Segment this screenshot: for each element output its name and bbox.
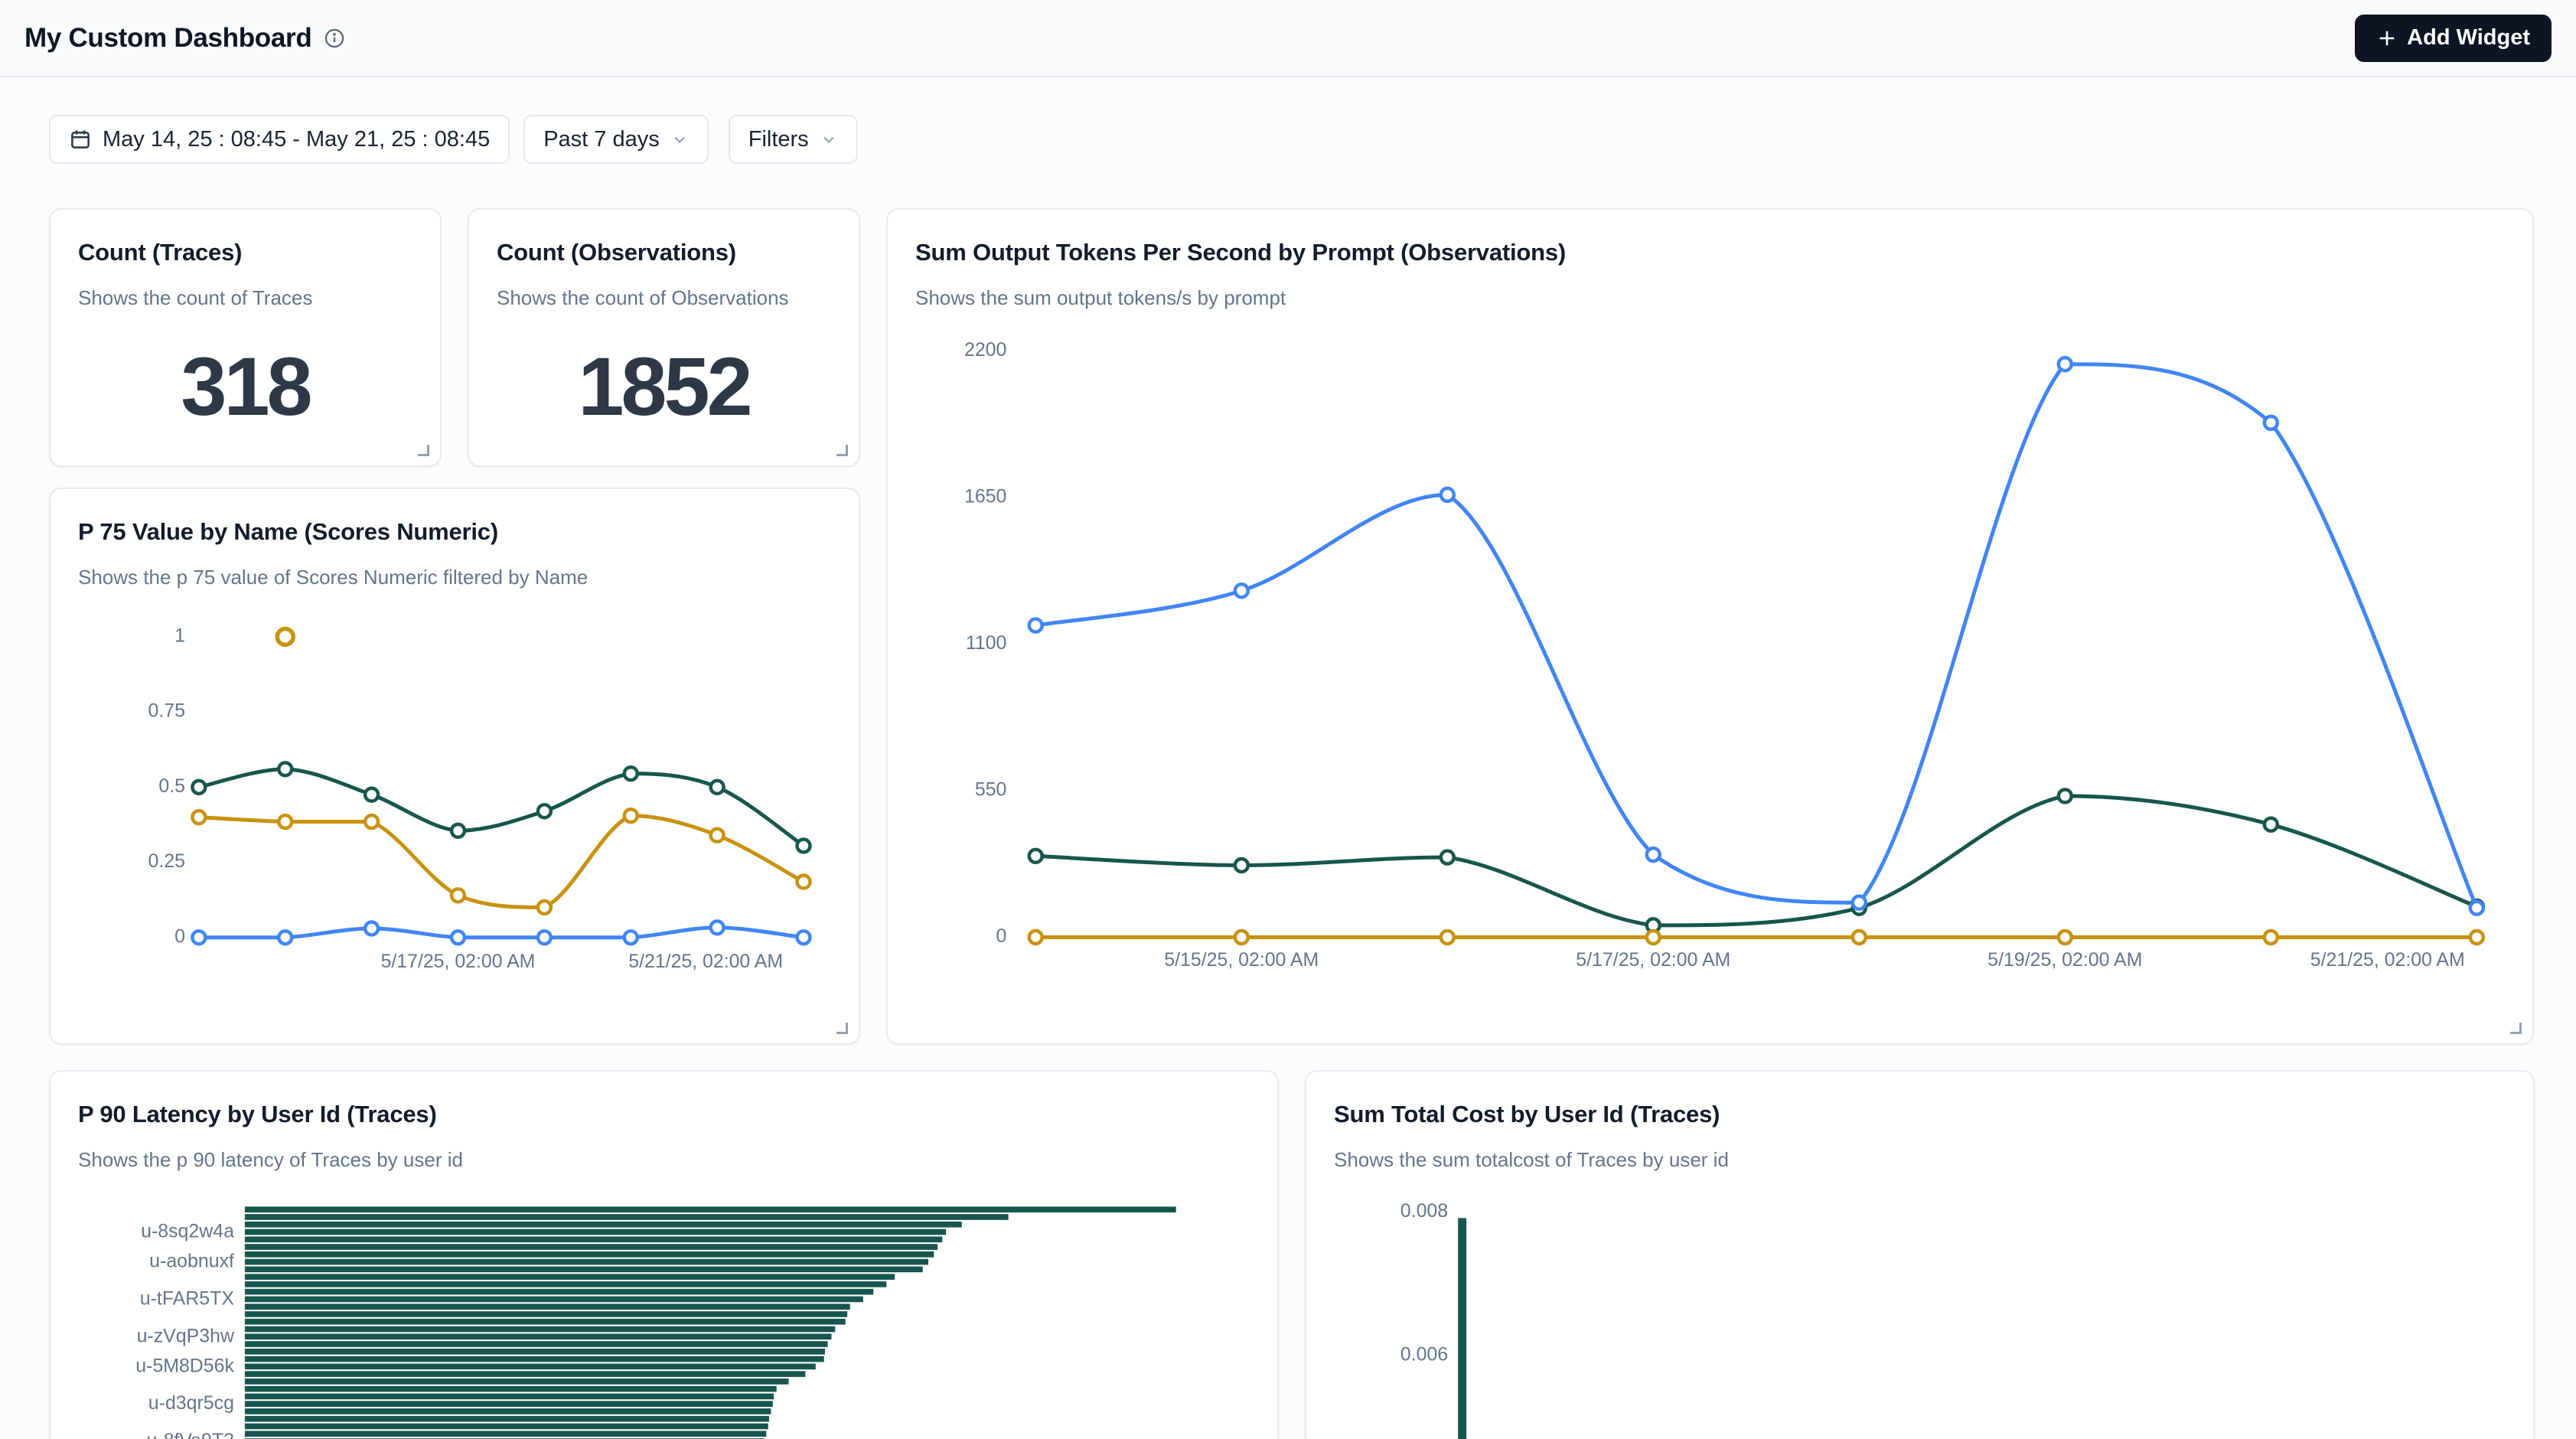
tokens-line-chart[interactable]: 0 550 1100 1650 2200 5/15/25, 02:00 AM 5/17/25… <box>888 210 2532 1043</box>
card-count-observations: Count (Observations) Shows the count of … <box>468 208 860 467</box>
svg-text:5/21/25, 02:00 AM: 5/21/25, 02:00 AM <box>628 951 783 972</box>
svg-text:u-zVqP3hw: u-zVqP3hw <box>137 1325 235 1346</box>
card-count-traces: Count (Traces) Shows the count of Traces… <box>49 208 442 467</box>
svg-text:5/15/25, 02:00 AM: 5/15/25, 02:00 AM <box>1164 949 1319 971</box>
svg-text:0.008: 0.008 <box>1400 1200 1448 1222</box>
page-title: My Custom Dashboard <box>24 23 311 54</box>
cost-bar-chart[interactable]: 0.008 0.006 <box>1306 1072 2533 1439</box>
toolbar: May 14, 25 : 08:45 - May 21, 25 : 08:45 … <box>49 115 858 164</box>
svg-text:u-5M8D56k: u-5M8D56k <box>135 1355 234 1376</box>
resize-handle-icon[interactable] <box>836 445 848 456</box>
svg-text:550: 550 <box>975 779 1007 801</box>
svg-text:5/19/25, 02:00 AM: 5/19/25, 02:00 AM <box>1987 949 2142 971</box>
filters-label: Filters <box>748 127 809 152</box>
range-preset-select[interactable]: Past 7 days <box>523 115 709 164</box>
info-icon[interactable] <box>324 28 345 49</box>
resize-handle-icon[interactable] <box>836 1023 848 1034</box>
date-range-picker[interactable]: May 14, 25 : 08:45 - May 21, 25 : 08:45 <box>49 115 510 164</box>
svg-text:2200: 2200 <box>964 339 1006 361</box>
svg-text:5/17/25, 02:00 AM: 5/17/25, 02:00 AM <box>381 951 536 972</box>
svg-text:1100: 1100 <box>966 632 1007 654</box>
add-widget-button[interactable]: Add Widget <box>2355 15 2552 62</box>
svg-text:5/17/25, 02:00 AM: 5/17/25, 02:00 AM <box>1576 949 1730 971</box>
filters-button[interactable]: Filters <box>729 115 858 164</box>
add-widget-label: Add Widget <box>2407 25 2530 51</box>
card-tokens-chart: Sum Output Tokens Per Second by Prompt (… <box>886 208 2534 1045</box>
svg-text:u-tFAR5TX: u-tFAR5TX <box>140 1287 235 1309</box>
svg-text:0.75: 0.75 <box>148 700 185 722</box>
svg-text:0.25: 0.25 <box>148 850 185 872</box>
card-cost-chart: Sum Total Cost by User Id (Traces) Shows… <box>1305 1070 2535 1439</box>
svg-text:5/21/25, 02:00 AM: 5/21/25, 02:00 AM <box>2310 949 2465 971</box>
plus-icon <box>2376 28 2398 49</box>
calendar-icon <box>69 128 92 151</box>
resize-handle-icon[interactable] <box>2510 1023 2522 1034</box>
svg-text:0: 0 <box>996 925 1007 947</box>
p90-bar-chart[interactable]: u-8sq2w4a u-aobnuxf u-tFAR5TX u-zVqP3hw u-5M… <box>51 1072 1277 1439</box>
resize-handle-icon[interactable] <box>418 445 429 456</box>
card-subtitle: Shows the count of Observations <box>497 286 789 310</box>
svg-text:0: 0 <box>174 925 185 947</box>
svg-text:1650: 1650 <box>964 485 1006 507</box>
svg-text:0.5: 0.5 <box>158 775 185 797</box>
svg-text:0.006: 0.006 <box>1400 1343 1448 1365</box>
count-traces-value: 318 <box>51 338 440 434</box>
card-subtitle: Shows the count of Traces <box>78 286 312 310</box>
range-preset-value: Past 7 days <box>543 127 660 152</box>
count-observations-value: 1852 <box>469 338 859 434</box>
card-p90-chart: P 90 Latency by User Id (Traces) Shows t… <box>49 1070 1279 1439</box>
chevron-down-icon <box>670 130 689 148</box>
card-title: Count (Observations) <box>497 239 831 266</box>
svg-text:u-d3qr5cg: u-d3qr5cg <box>148 1392 234 1414</box>
card-title: Count (Traces) <box>78 239 412 266</box>
date-range-value: May 14, 25 : 08:45 - May 21, 25 : 08:45 <box>103 127 490 152</box>
card-p75-chart: P 75 Value by Name (Scores Numeric) Show… <box>49 488 860 1045</box>
svg-text:u-8fVa9T3: u-8fVa9T3 <box>147 1430 234 1439</box>
p75-line-chart[interactable]: 0 0.25 0.5 0.75 1 5/17/25, 02:00 AM 5/21/25, 0… <box>51 489 859 1043</box>
svg-text:1: 1 <box>174 625 185 646</box>
chevron-down-icon <box>820 130 838 148</box>
svg-text:u-8sq2w4a: u-8sq2w4a <box>141 1221 234 1242</box>
header: My Custom Dashboard Add Widget <box>0 0 2576 77</box>
svg-text:u-aobnuxf: u-aobnuxf <box>149 1251 234 1272</box>
